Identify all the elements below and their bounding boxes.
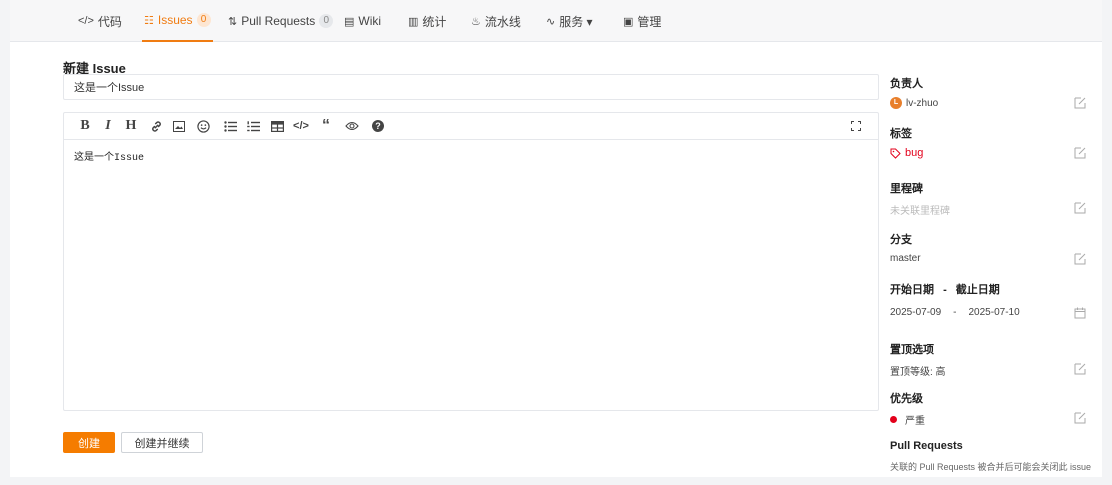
tab-code[interactable]: </> 代码 — [78, 0, 122, 42]
tab-pipeline[interactable]: ♨ 流水线 — [471, 0, 521, 42]
heading-icon[interactable]: H — [122, 118, 140, 134]
services-icon: ∿ — [546, 15, 556, 28]
labels-title: 标签 — [890, 128, 912, 140]
branch-title: 分支 — [890, 234, 912, 246]
help-icon[interactable]: ? — [369, 118, 387, 134]
pull-request-icon: ⇅ — [228, 15, 238, 28]
preview-icon[interactable] — [343, 118, 361, 134]
milestone-title: 里程碑 — [890, 183, 923, 195]
pull-requests-hint: 关联的 Pull Requests 被合并后可能会关闭此 issue — [890, 462, 1092, 472]
issues-count-badge: 0 — [196, 13, 211, 27]
edit-icon[interactable] — [1074, 253, 1086, 265]
tab-label: 流水线 — [484, 14, 521, 29]
start-date: 2025-07-09 — [890, 307, 942, 318]
date-range[interactable]: 2025-07-09 - 2025-07-10 — [890, 307, 1020, 318]
tag-icon — [890, 148, 901, 159]
pin-section: 置顶选项 置顶等级: 高 — [890, 341, 1090, 378]
label-tag: bug — [890, 147, 923, 159]
emoji-icon[interactable] — [194, 118, 212, 134]
label-name: bug — [905, 147, 924, 159]
tab-services[interactable]: ∿ 服务 ▾ — [546, 0, 593, 42]
image-icon[interactable] — [170, 118, 188, 134]
tab-pull-requests[interactable]: ⇅ Pull Requests 0 — [228, 0, 334, 42]
edit-icon[interactable] — [1074, 202, 1086, 214]
edit-icon[interactable] — [1074, 363, 1086, 375]
pipeline-icon: ♨ — [471, 15, 481, 28]
tab-stats[interactable]: ▥ 统计 — [408, 0, 446, 42]
assignee-section: 负责人 L lv-zhuo — [890, 75, 1090, 109]
tab-issues[interactable]: ☷ Issues 0 — [142, 0, 213, 42]
code-block-icon[interactable]: </> — [292, 118, 310, 134]
code-icon: </> — [78, 15, 94, 27]
pin-title: 置顶选项 — [890, 344, 934, 356]
tab-label: Wiki — [358, 14, 382, 28]
pin-value: 置顶等级: 高 — [890, 367, 946, 378]
tab-label: 管理 — [637, 14, 662, 29]
start-date-title: 开始日期 — [890, 284, 934, 296]
issue-title-input[interactable] — [63, 74, 879, 100]
calendar-icon[interactable] — [1074, 307, 1086, 319]
edit-icon[interactable] — [1074, 412, 1086, 424]
pull-requests-section: Pull Requests 关联的 Pull Requests 被合并后可能会关… — [890, 440, 1091, 472]
tab-label: 代码 — [97, 14, 122, 29]
priority-dot — [890, 416, 897, 423]
branch-value: master — [890, 253, 921, 264]
chart-icon: ▥ — [408, 15, 419, 28]
pull-requests-title: Pull Requests — [890, 440, 963, 452]
priority-section: 优先级 严重 — [890, 390, 1090, 427]
priority-title: 优先级 — [890, 393, 923, 405]
editor-content[interactable]: 这是一个Issue — [64, 140, 878, 172]
assignee-name: lv-zhuo — [906, 97, 939, 109]
tab-wiki[interactable]: ▤ Wiki — [344, 0, 381, 42]
table-icon[interactable] — [268, 118, 286, 134]
tab-label: 服务 ▾ — [559, 14, 593, 29]
svg-text:?: ? — [375, 121, 381, 131]
page: </> 代码 ☷ Issues 0 ⇅ Pull Requests 0 ▤ Wi… — [10, 0, 1102, 477]
wiki-icon: ▤ — [344, 15, 355, 28]
bold-icon[interactable]: B — [76, 118, 94, 134]
create-button[interactable]: 创建 — [63, 432, 115, 453]
editor-toolbar: B I H </> “ ? — [64, 113, 878, 140]
priority-value: 严重 — [890, 412, 925, 427]
due-date: 2025-07-10 — [968, 307, 1020, 318]
avatar: L — [890, 97, 902, 109]
labels-section: 标签 bug — [890, 125, 1090, 159]
ordered-list-icon[interactable] — [244, 118, 262, 134]
branch-section: 分支 master — [890, 231, 1090, 265]
dates-title-separator: - — [943, 284, 947, 296]
milestone-section: 里程碑 未关联里程碑 — [890, 180, 1090, 217]
tab-label: Pull Requests — [241, 14, 316, 28]
pr-count-badge: 0 — [319, 14, 334, 28]
markdown-editor: B I H </> “ ? 这是一个Issue — [63, 112, 879, 411]
tab-manage[interactable]: ▣ 管理 — [623, 0, 661, 42]
due-date-title: 截止日期 — [955, 284, 1000, 296]
dates-section: 开始日期 - 截止日期 2025-07-09 - 2025-07-10 — [890, 281, 1090, 319]
create-and-continue-button[interactable]: 创建并继续 — [121, 432, 203, 453]
milestone-value: 未关联里程碑 — [890, 206, 950, 217]
priority-label: 严重 — [905, 416, 925, 427]
tab-label: 统计 — [422, 14, 447, 29]
dates-title: 开始日期 - 截止日期 — [890, 281, 1090, 297]
date-range-separator: - — [953, 307, 957, 318]
italic-icon[interactable]: I — [99, 118, 117, 134]
assignee-value: L lv-zhuo — [890, 97, 938, 109]
assignee-title: 负责人 — [890, 78, 923, 90]
manage-icon: ▣ — [623, 15, 634, 28]
repo-tab-bar: </> 代码 ☷ Issues 0 ⇅ Pull Requests 0 ▤ Wi… — [10, 0, 1102, 42]
tab-label: Issues — [157, 13, 193, 27]
bullet-list-icon[interactable] — [221, 118, 239, 134]
edit-icon[interactable] — [1074, 97, 1086, 109]
quote-icon[interactable]: “ — [317, 117, 335, 134]
fullscreen-icon[interactable] — [847, 118, 865, 134]
link-icon[interactable] — [147, 118, 165, 134]
edit-icon[interactable] — [1074, 147, 1086, 159]
issues-icon: ☷ — [144, 14, 154, 27]
